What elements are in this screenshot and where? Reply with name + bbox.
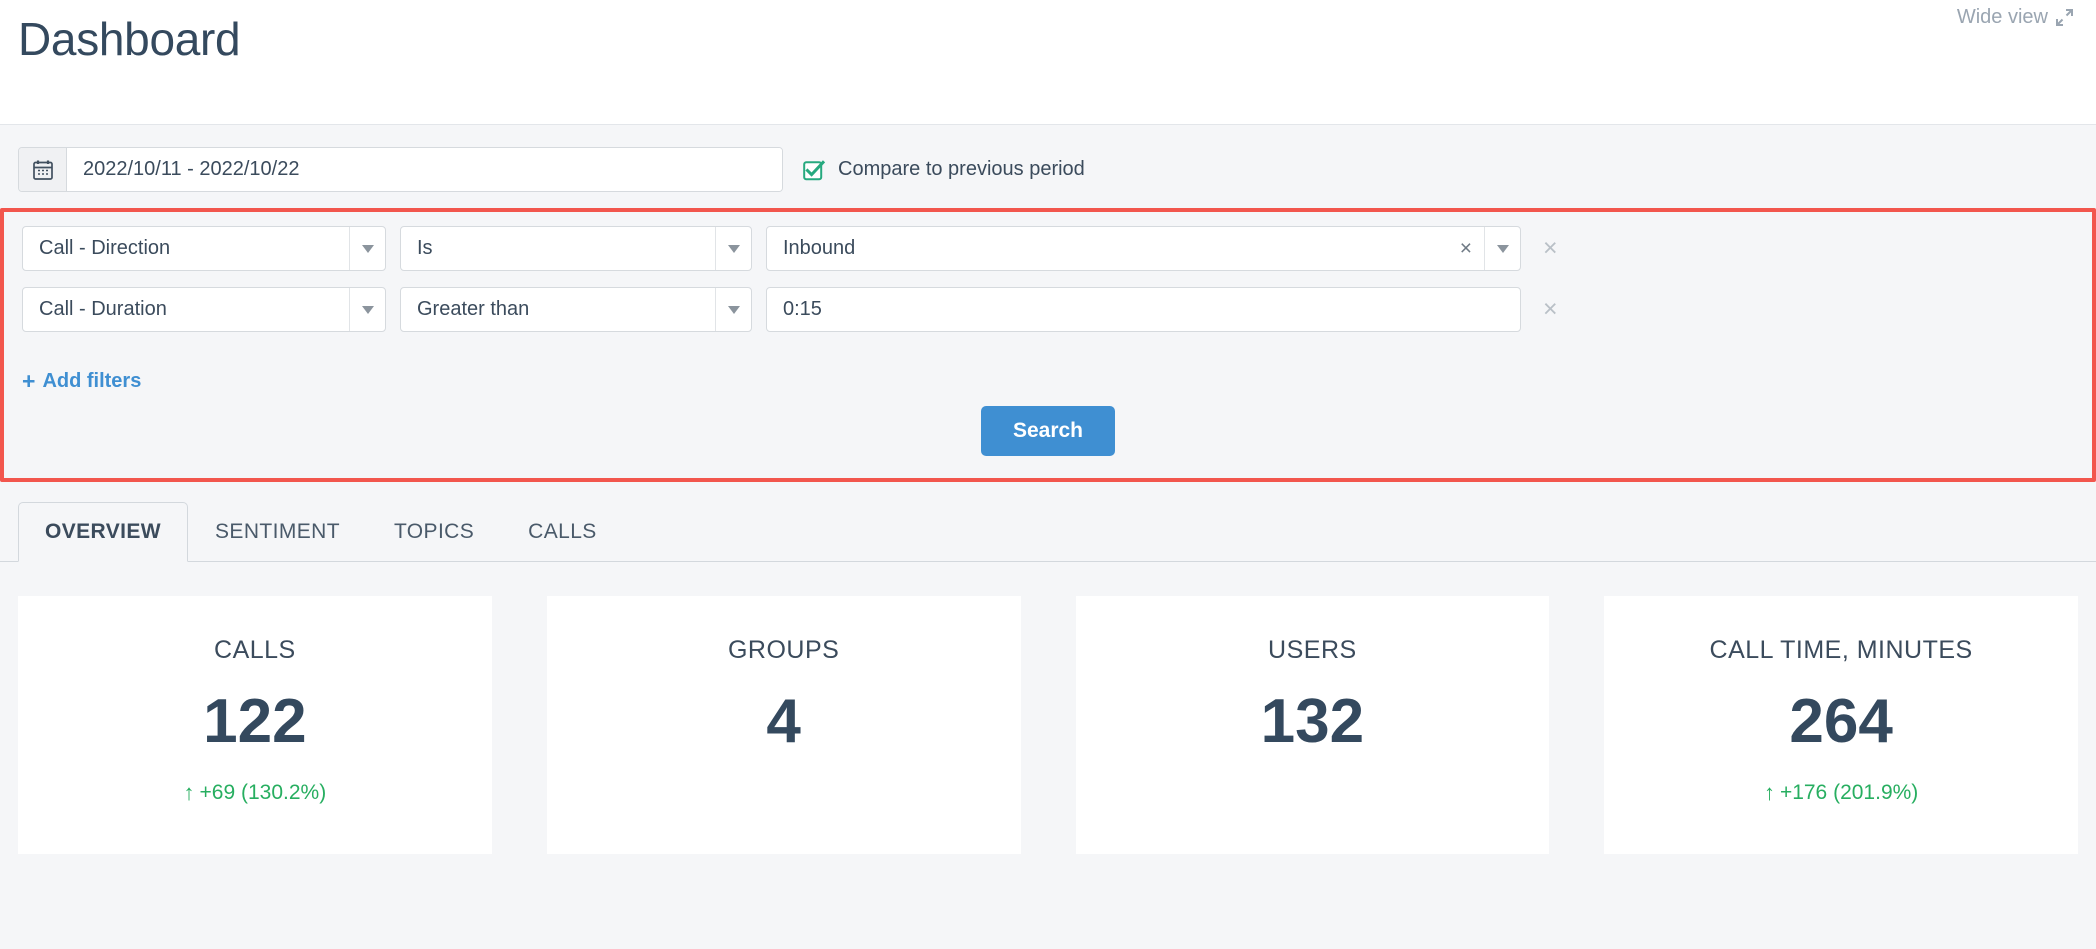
metric-card-users: USERS 132 xyxy=(1075,596,1550,854)
filter-operator-value-1: Greater than xyxy=(417,298,530,320)
metric-delta-text: +69 (130.2%) xyxy=(199,781,327,805)
metric-card-call-time: CALL TIME, MINUTES 264 ↑ +176 (201.9%) xyxy=(1604,596,2078,854)
remove-filter-row-button-0[interactable]: × xyxy=(1535,236,1566,261)
filter-field-value-1: Call - Duration xyxy=(39,298,167,320)
tab-overview[interactable]: OVERVIEW xyxy=(18,502,189,562)
metric-cards: CALLS 122 ↑ +69 (130.2%) GROUPS 4 USERS … xyxy=(0,562,2096,854)
filter-field-select-1[interactable]: Call - Duration xyxy=(22,287,386,332)
filter-value-text-0: Inbound xyxy=(783,237,856,259)
calendar-icon[interactable] xyxy=(19,148,67,191)
metric-value: 264 xyxy=(1789,687,1893,756)
checkbox-checked-icon xyxy=(803,159,826,181)
metric-value: 122 xyxy=(203,687,307,756)
metric-title: USERS xyxy=(1268,636,1357,664)
date-range-row: Compare to previous period xyxy=(0,125,2096,208)
tab-topics[interactable]: TOPICS xyxy=(367,502,501,562)
search-button-wrap: Search xyxy=(4,406,2092,456)
filter-row: Call - Duration Greater than × xyxy=(4,287,2092,332)
filter-value-select-0[interactable]: Inbound × xyxy=(766,226,1521,271)
metric-value: 132 xyxy=(1260,687,1365,756)
filter-operator-select-0[interactable]: Is xyxy=(400,226,752,271)
dashboard-tabs: OVERVIEW SENTIMENT TOPICS CALLS xyxy=(0,482,2096,562)
chevron-down-icon[interactable] xyxy=(715,288,751,331)
metric-delta-text: +176 (201.9%) xyxy=(1779,781,1919,805)
arrow-up-icon: ↑ xyxy=(1763,780,1775,806)
compare-previous-period-label: Compare to previous period xyxy=(838,158,1085,180)
date-range-control[interactable] xyxy=(18,147,783,192)
compare-previous-period-checkbox[interactable]: Compare to previous period xyxy=(803,158,1085,181)
page-header: Wide view Dashboard xyxy=(0,0,2096,125)
page-title: Dashboard xyxy=(18,13,241,65)
chevron-down-icon[interactable] xyxy=(1484,227,1520,270)
filter-builder-panel: Call - Direction Is Inbound × × Call - D… xyxy=(0,208,2096,482)
chevron-down-icon[interactable] xyxy=(715,227,751,270)
chevron-down-icon[interactable] xyxy=(349,288,385,331)
metric-value: 4 xyxy=(766,687,801,756)
add-filters-label: Add filters xyxy=(42,370,142,392)
metric-title: GROUPS xyxy=(727,636,840,664)
remove-filter-row-button-1[interactable]: × xyxy=(1535,297,1566,322)
filter-field-select-0[interactable]: Call - Direction xyxy=(22,226,386,271)
search-button[interactable]: Search xyxy=(980,406,1116,456)
plus-icon: + xyxy=(22,368,36,394)
filter-operator-select-1[interactable]: Greater than xyxy=(400,287,752,332)
filter-operator-value-0: Is xyxy=(417,237,433,259)
wide-view-label: Wide view xyxy=(1956,6,2048,28)
clear-value-icon[interactable]: × xyxy=(1448,238,1484,259)
wide-view-toggle[interactable]: Wide view xyxy=(1957,6,2074,29)
filter-area: Compare to previous period Call - Direct… xyxy=(0,125,2096,482)
metric-card-calls: CALLS 122 ↑ +69 (130.2%) xyxy=(18,596,492,854)
filter-field-value-0: Call - Direction xyxy=(39,237,171,259)
chevron-down-icon[interactable] xyxy=(349,227,385,270)
expand-diagonal-icon xyxy=(2055,8,2074,27)
metric-delta: ↑ +69 (130.2%) xyxy=(18,780,492,806)
filter-value-input-1[interactable] xyxy=(766,287,1521,332)
filter-row: Call - Direction Is Inbound × × xyxy=(4,226,2092,271)
tab-sentiment[interactable]: SENTIMENT xyxy=(188,502,367,562)
metric-title: CALL TIME, MINUTES xyxy=(1709,636,1973,664)
tab-calls[interactable]: CALLS xyxy=(501,502,624,562)
date-range-input[interactable] xyxy=(67,148,782,191)
arrow-up-icon: ↑ xyxy=(183,780,195,806)
metric-card-groups: GROUPS 4 xyxy=(546,596,1021,854)
metric-title: CALLS xyxy=(214,636,296,664)
add-filters-button[interactable]: + Add filters xyxy=(22,370,141,393)
metric-delta: ↑ +176 (201.9%) xyxy=(1604,780,2078,806)
